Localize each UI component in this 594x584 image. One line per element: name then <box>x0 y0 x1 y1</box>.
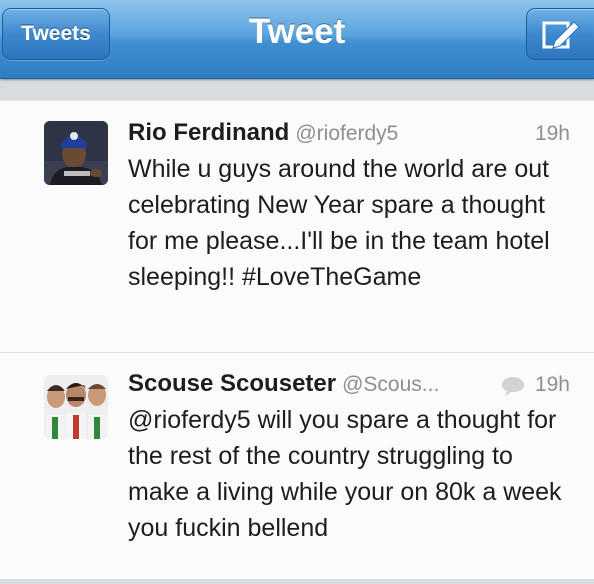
avatar[interactable] <box>44 121 108 185</box>
avatar[interactable] <box>44 375 108 439</box>
tweet-header: Rio Ferdinand @rioferdy5 19h <box>128 119 570 153</box>
author-name[interactable]: Rio Ferdinand <box>128 119 289 146</box>
user-photo-icon <box>44 121 108 185</box>
tweet-item[interactable]: Scouse Scouseter @Scous... 19h @rioferdy5… <box>0 354 594 584</box>
timestamp: 19h <box>534 373 570 396</box>
author-handle[interactable]: @Scous... <box>342 373 439 396</box>
tweet-header: Scouse Scouseter @Scous... 19h <box>128 370 570 404</box>
speech-bubble-icon <box>502 377 524 396</box>
navigation-bar: Tweets Tweet <box>0 0 594 79</box>
tweet-list: Rio Ferdinand @rioferdy5 19h While u guys… <box>0 100 594 579</box>
compose-icon <box>542 21 580 49</box>
author-handle[interactable]: @rioferdy5 <box>295 122 398 145</box>
tweet-text: While u guys around the world are out ce… <box>128 155 550 291</box>
page-title: Tweet <box>248 12 346 51</box>
author-name[interactable]: Scouse Scouseter <box>128 370 336 397</box>
compose-tweet-button[interactable] <box>526 8 594 60</box>
tweet-text: @rioferdy5 will you spare a thought for … <box>128 406 562 542</box>
tweet-item[interactable]: Rio Ferdinand @rioferdy5 19h While u guys… <box>0 101 594 353</box>
timestamp: 19h <box>534 122 570 145</box>
user-photo-icon <box>44 375 108 439</box>
